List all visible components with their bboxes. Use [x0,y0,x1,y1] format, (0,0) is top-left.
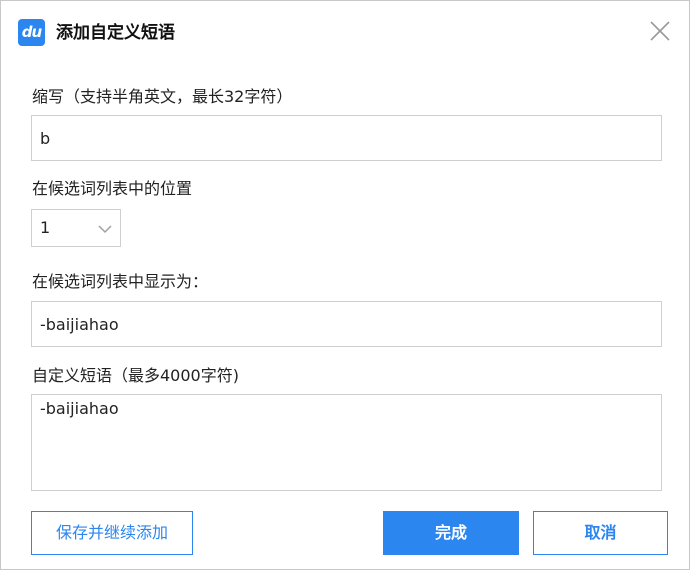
add-custom-phrase-dialog: du 添加自定义短语 缩写（支持半角英文，最长32字符） 在候选词列表中的位置 … [0,0,690,570]
position-label: 在候选词列表中的位置 [32,179,193,198]
save-and-continue-button[interactable]: 保存并继续添加 [31,511,193,555]
cancel-button[interactable]: 取消 [533,511,668,555]
display-as-input[interactable] [31,301,662,347]
abbreviation-label: 缩写（支持半角英文，最长32字符） [32,87,293,106]
baidu-input-logo: du [18,19,45,46]
phrase-label: 自定义短语（最多4000字符) [32,366,239,385]
dialog-title: 添加自定义短语 [56,23,175,43]
phrase-textarea[interactable]: -baijiahao [31,394,662,491]
display-as-label: 在候选词列表中显示为： [32,272,209,291]
done-button[interactable]: 完成 [383,511,519,555]
position-select[interactable]: 1 [31,209,121,247]
abbreviation-input[interactable] [31,115,662,161]
close-button[interactable] [647,18,673,44]
title-bar: du 添加自定义短语 [1,1,689,63]
chevron-down-icon [98,225,112,234]
close-icon [650,21,670,41]
position-selected-value: 1 [40,218,51,237]
